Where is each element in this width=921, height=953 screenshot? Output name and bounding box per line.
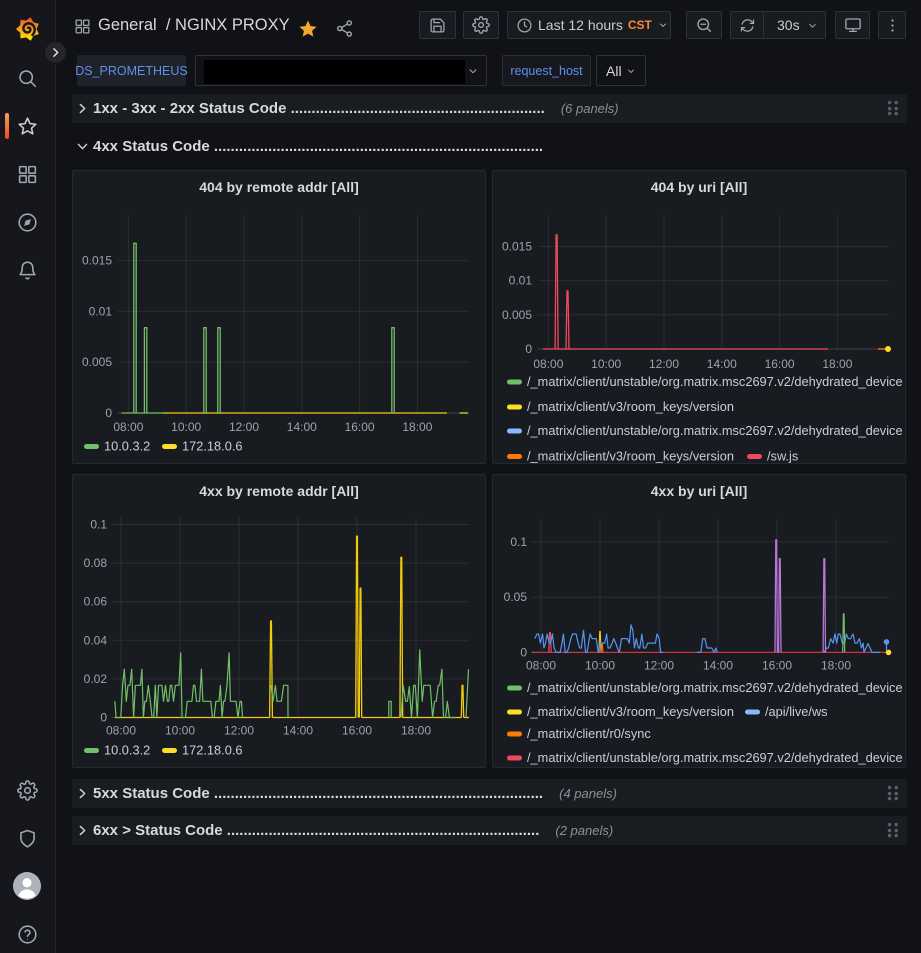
svg-text:0.1: 0.1 [90,518,107,532]
svg-text:/_matrix/client/unstable/org.m: /_matrix/client/unstable/org.matrix.msc2… [527,423,903,438]
svg-text:/api/live/ws: /api/live/ws [765,704,828,719]
svg-text:18:00: 18:00 [402,420,432,434]
svg-text:08:00: 08:00 [533,357,563,371]
svg-text:16:00: 16:00 [342,724,372,738]
svg-text:08:00: 08:00 [106,724,136,738]
svg-text:/_matrix/client/v3/room_keys/v: /_matrix/client/v3/room_keys/version [527,399,734,414]
svg-text:14:00: 14:00 [703,659,733,673]
svg-text:0.01: 0.01 [509,274,533,288]
svg-text:18:00: 18:00 [822,357,852,371]
svg-text:0.08: 0.08 [84,556,108,570]
svg-text:/_matrix/client/r0/sync: /_matrix/client/r0/sync [527,726,651,741]
svg-text:/_matrix/client/v3/room_keys/v: /_matrix/client/v3/room_keys/version [527,704,734,719]
svg-text:10.0.3.2: 10.0.3.2 [104,743,150,758]
svg-text:/_matrix/client/v3/room_keys/v: /_matrix/client/v3/room_keys/version [527,449,734,464]
svg-text:14:00: 14:00 [707,357,737,371]
svg-text:0.02: 0.02 [84,672,108,686]
svg-text:404 by uri [All]: 404 by uri [All] [651,179,747,195]
svg-text:0.04: 0.04 [84,633,108,647]
svg-text:10:00: 10:00 [591,357,621,371]
svg-text:172.18.0.6: 172.18.0.6 [182,743,243,758]
svg-text:0.01: 0.01 [89,304,113,318]
svg-text:18:00: 18:00 [821,659,851,673]
svg-text:/_matrix/client/unstable/org.m: /_matrix/client/unstable/org.matrix.msc2… [527,680,903,695]
svg-text:0.05: 0.05 [504,590,528,604]
svg-text:16:00: 16:00 [762,659,792,673]
svg-text:/_matrix/client/unstable/org.m: /_matrix/client/unstable/org.matrix.msc2… [527,750,903,765]
svg-text:0: 0 [100,711,107,725]
svg-text:0.06: 0.06 [84,595,108,609]
svg-text:14:00: 14:00 [287,420,317,434]
svg-text:4xx by uri [All]: 4xx by uri [All] [651,483,747,499]
svg-text:12:00: 12:00 [649,357,679,371]
svg-text:0.015: 0.015 [502,239,532,253]
svg-text:12:00: 12:00 [224,724,254,738]
svg-text:/_matrix/client/unstable/org.m: /_matrix/client/unstable/org.matrix.msc2… [527,374,903,389]
svg-text:0.1: 0.1 [510,535,527,549]
svg-text:10:00: 10:00 [585,659,615,673]
svg-text:10:00: 10:00 [165,724,195,738]
svg-text:08:00: 08:00 [113,420,143,434]
svg-text:16:00: 16:00 [765,357,795,371]
svg-text:16:00: 16:00 [345,420,375,434]
svg-text:14:00: 14:00 [283,724,313,738]
svg-text:0.005: 0.005 [82,355,112,369]
svg-text:/sw.js: /sw.js [767,449,798,464]
svg-text:4xx by remote addr [All]: 4xx by remote addr [All] [199,483,359,499]
svg-text:404 by remote addr [All]: 404 by remote addr [All] [199,179,359,195]
svg-text:10:00: 10:00 [171,420,201,434]
svg-text:18:00: 18:00 [401,724,431,738]
svg-text:0: 0 [105,406,112,420]
svg-text:10.0.3.2: 10.0.3.2 [104,439,150,454]
svg-text:08:00: 08:00 [526,659,556,673]
svg-text:12:00: 12:00 [229,420,259,434]
svg-text:0: 0 [525,342,532,356]
svg-text:12:00: 12:00 [644,659,674,673]
svg-text:0.015: 0.015 [82,254,112,268]
svg-text:0.005: 0.005 [502,308,532,322]
svg-text:0: 0 [520,645,527,659]
svg-text:172.18.0.6: 172.18.0.6 [182,439,243,454]
